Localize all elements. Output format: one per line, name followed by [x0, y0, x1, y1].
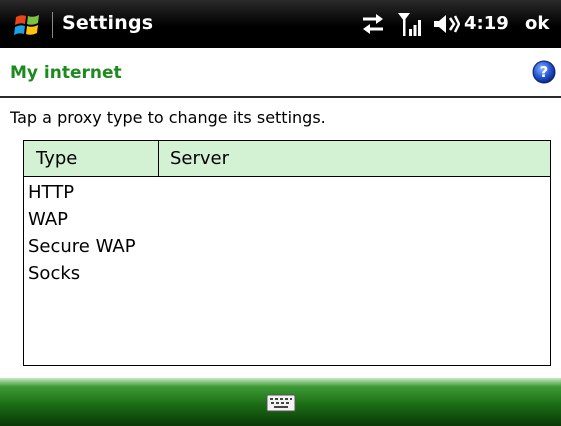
table-header: Type Server [24, 141, 550, 177]
app-title: Settings [62, 12, 154, 34]
page-title: My internet [10, 63, 122, 83]
windows-start-icon[interactable] [14, 12, 42, 38]
signal-icon[interactable] [396, 10, 424, 38]
instruction-text: Tap a proxy type to change its settings. [10, 108, 326, 127]
column-header-type[interactable]: Type [36, 148, 77, 169]
list-item[interactable]: WAP [28, 206, 136, 233]
ok-button[interactable]: ok [525, 13, 549, 34]
column-header-server[interactable]: Server [170, 148, 229, 169]
clock[interactable]: 4:19 [464, 13, 509, 34]
section-header: My internet ? [0, 48, 561, 96]
title-bar: Settings 4:19 ok [0, 0, 561, 48]
sync-icon[interactable] [360, 13, 386, 35]
section-divider [0, 96, 561, 98]
volume-icon[interactable] [432, 13, 460, 35]
title-separator [52, 12, 53, 38]
list-item[interactable]: HTTP [28, 179, 136, 206]
list-item[interactable]: Socks [28, 260, 136, 287]
svg-text:?: ? [540, 63, 549, 81]
proxy-list[interactable]: Type Server HTTP WAP Secure WAP Socks [23, 140, 551, 366]
keyboard-icon[interactable] [266, 392, 296, 414]
table-rows: HTTP WAP Secure WAP Socks [28, 179, 136, 287]
softkey-bar [0, 378, 561, 426]
help-icon[interactable]: ? [532, 60, 556, 84]
list-item[interactable]: Secure WAP [28, 233, 136, 260]
column-divider[interactable] [158, 141, 159, 177]
